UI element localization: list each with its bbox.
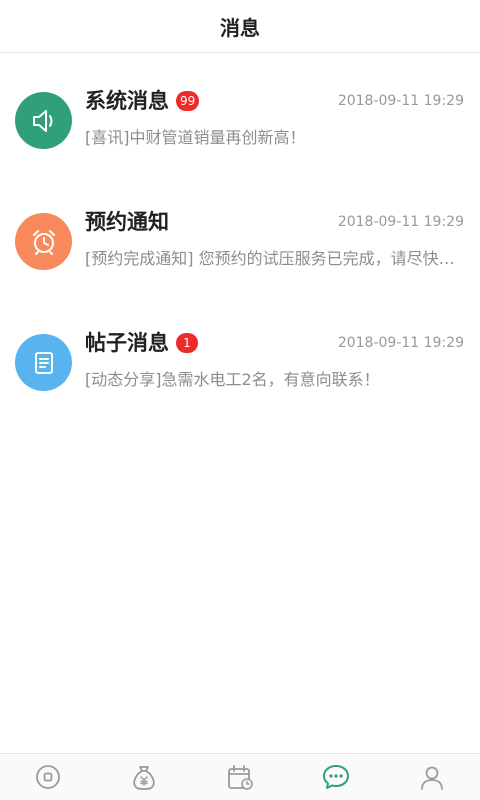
tab-home[interactable] xyxy=(18,754,78,800)
message-title: 帖子消息 xyxy=(85,331,169,355)
speaker-icon xyxy=(15,92,72,149)
message-title: 预约通知 xyxy=(85,210,169,234)
tab-profile[interactable] xyxy=(402,754,462,800)
message-time: 2018-09-11 19:29 xyxy=(337,214,464,230)
message-item-system[interactable]: 系统消息 99 2018-09-11 19:29 [喜讯]中财管道销量再创新高！ xyxy=(0,86,480,166)
message-item-post[interactable]: 帖子消息 1 2018-09-11 19:29 [动态分享]急需水电工2名，有意向… xyxy=(0,328,480,408)
message-title-row: 系统消息 99 xyxy=(85,86,200,116)
message-time: 2018-09-11 19:29 xyxy=(337,93,464,109)
unread-badge: 99 xyxy=(176,91,200,111)
bottom-tab-bar xyxy=(0,753,480,800)
home-icon xyxy=(36,765,60,789)
tab-calendar[interactable] xyxy=(210,754,270,800)
alarm-clock-icon xyxy=(15,213,72,270)
message-title-row: 帖子消息 1 xyxy=(85,328,198,358)
tab-messages[interactable] xyxy=(306,754,366,800)
calendar-icon xyxy=(228,765,253,790)
message-preview: [预约完成通知] 您预约的试压服务已完成，请尽快确认并评价本次服务 xyxy=(85,249,463,268)
message-preview: [动态分享]急需水电工2名，有意向联系！ xyxy=(85,370,380,389)
message-preview: [喜讯]中财管道销量再创新高！ xyxy=(85,128,306,147)
user-icon xyxy=(421,766,443,790)
message-item-appointment[interactable]: 预约通知 2018-09-11 19:29 [预约完成通知] 您预约的试压服务已… xyxy=(0,207,480,287)
unread-badge: 1 xyxy=(176,333,198,353)
message-title: 系统消息 xyxy=(85,89,169,113)
tab-finance[interactable] xyxy=(114,754,174,800)
money-bag-icon xyxy=(133,766,155,790)
chat-icon xyxy=(323,765,349,789)
document-icon xyxy=(15,334,72,391)
message-title-row: 预约通知 xyxy=(85,207,169,237)
page-title: 消息 xyxy=(220,15,260,40)
top-bar: 消息 xyxy=(0,0,480,53)
message-time: 2018-09-11 19:29 xyxy=(337,335,464,351)
